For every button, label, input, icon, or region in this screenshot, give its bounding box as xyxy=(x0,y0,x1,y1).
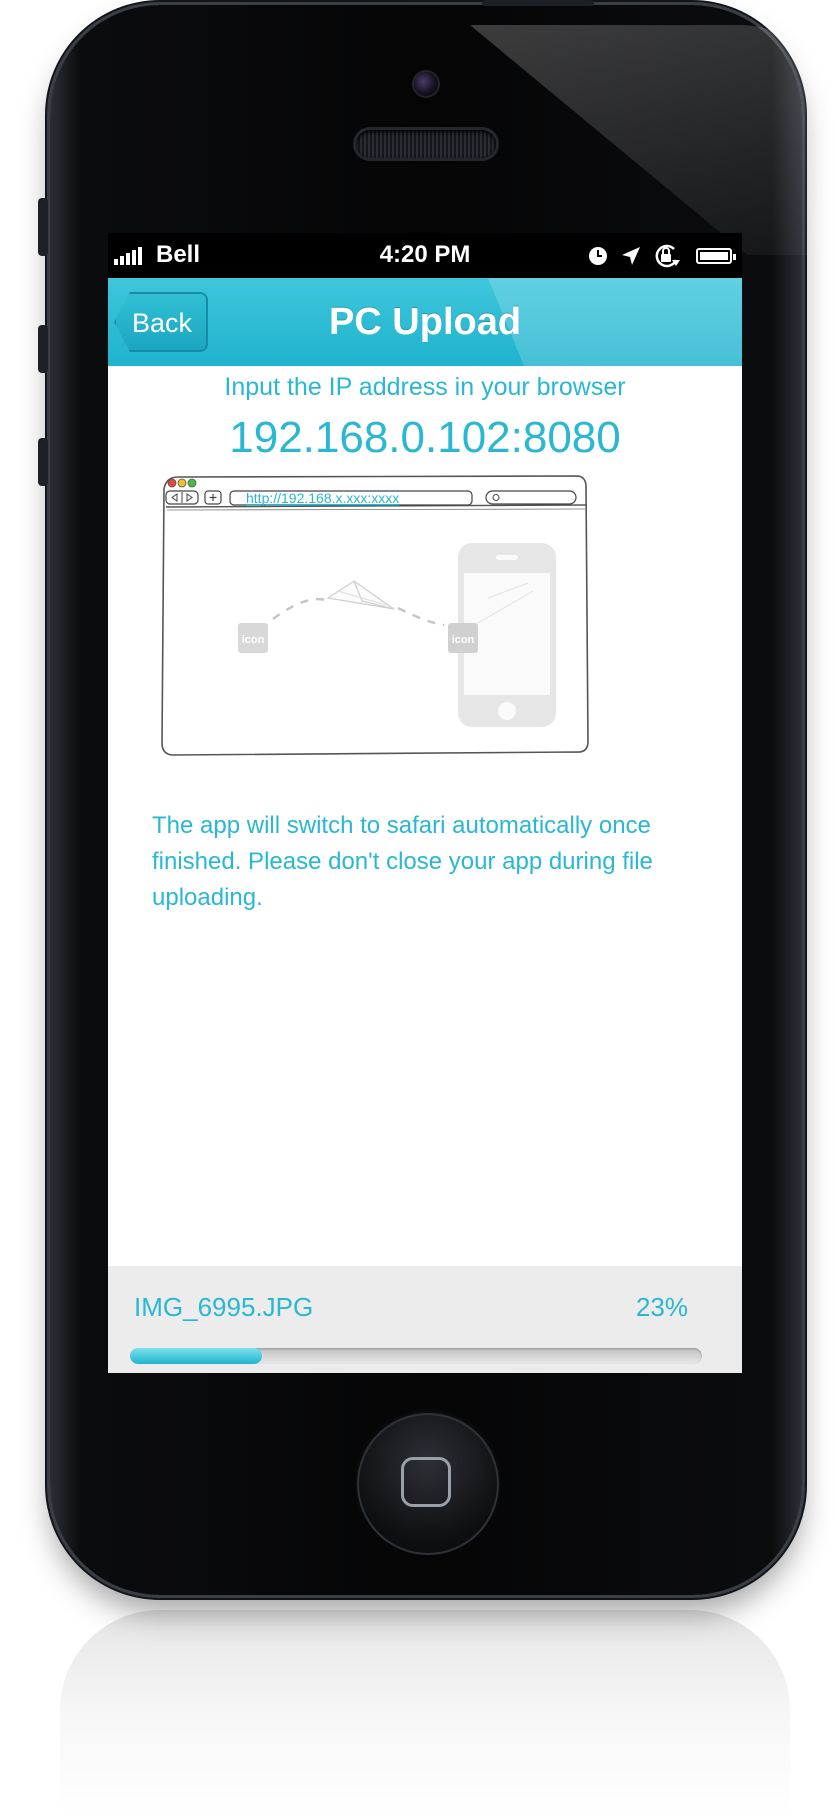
location-arrow-icon xyxy=(622,247,640,265)
info-text: The app will switch to safari automatica… xyxy=(152,812,653,911)
sketch-url: http://192.168.x.xxx:xxxx xyxy=(246,490,399,506)
mute-switch xyxy=(38,198,48,256)
upload-progress-bar xyxy=(130,1348,702,1364)
clock-icon xyxy=(589,247,607,265)
target-icon-label: icon xyxy=(452,634,475,646)
source-icon-label: icon xyxy=(242,634,265,646)
instruction-text: Input the IP address in your browser xyxy=(224,373,626,401)
home-button[interactable] xyxy=(357,1413,499,1555)
phone-screen: Bell 4:20 PM Back PC Upload Input the IP xyxy=(108,233,742,1373)
power-button xyxy=(482,0,594,6)
rotation-lock-icon xyxy=(655,244,680,268)
earpiece-speaker xyxy=(356,130,496,158)
upload-progress-panel: IMG_6995.JPG 23% xyxy=(108,1266,742,1373)
browser-sketch-illustration: http://192.168.x.xxx:xxxx icon icon xyxy=(161,475,589,756)
status-icons xyxy=(588,244,736,268)
ip-address: 192.168.0.102:8080 xyxy=(229,413,621,462)
volume-down-button xyxy=(38,438,48,486)
page-title: PC Upload xyxy=(328,301,522,343)
home-button-icon xyxy=(401,1457,451,1507)
volume-up-button xyxy=(38,325,48,373)
upload-file-name: IMG_6995.JPG xyxy=(134,1292,314,1322)
phone-gloss xyxy=(470,25,834,255)
front-camera xyxy=(414,72,438,96)
navigation-bar: Back PC Upload xyxy=(108,278,742,366)
browser-nav-buttons xyxy=(165,490,222,505)
battery-icon xyxy=(696,248,736,264)
status-bar: Bell 4:20 PM xyxy=(108,233,742,278)
upload-percent: 23% xyxy=(635,1292,688,1322)
upload-progress-fill xyxy=(130,1348,262,1364)
phone-reflection xyxy=(60,1610,790,1819)
